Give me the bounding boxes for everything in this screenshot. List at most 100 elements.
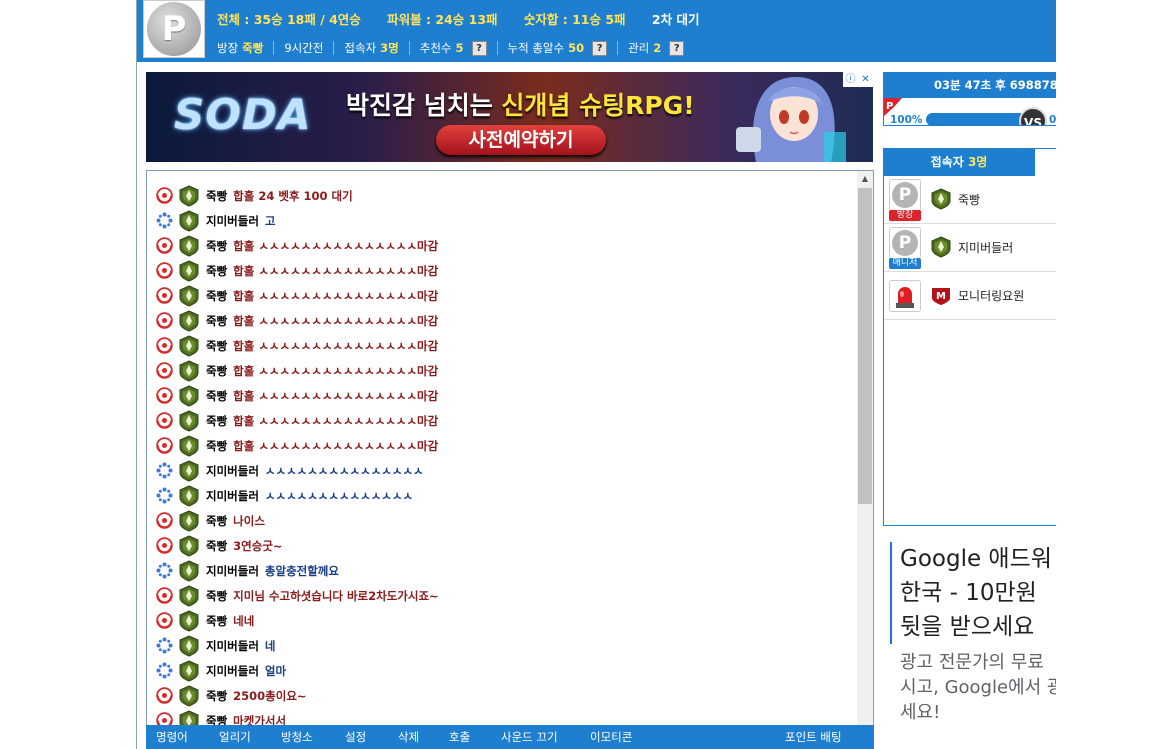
svg-text:P: P: [886, 101, 893, 112]
chat-message: 지미버들러 ㅅㅅㅅㅅㅅㅅㅅㅅㅅㅅㅅㅅㅅㅅㅅ: [156, 458, 856, 483]
command-button[interactable]: 방청소: [281, 729, 313, 745]
ad-desc-line: 광고 전문가의 무료: [900, 652, 1044, 673]
chat-scrollbar[interactable]: ▲ ▼: [857, 171, 873, 748]
manage-label: 관리: [628, 41, 650, 55]
chat-command-bar: 명령어 얼리기 방청소 설정 삭제 호출 사운드 끄기 이모티콘 포인트 배팅: [146, 725, 874, 749]
owner-label: 방장: [217, 41, 239, 55]
command-button[interactable]: 명령어: [156, 729, 188, 745]
chat-message: 죽빵 3연승굿~: [156, 533, 856, 558]
message-text: 총알충전할께요: [264, 563, 339, 578]
tab-users-label: 접속자: [930, 155, 968, 169]
google-ad[interactable]: Google 애드워 한국 - 10만원 뒷을 받으세요 광고 전문가의 무료 …: [883, 540, 1056, 749]
level-badge-icon: [178, 359, 200, 382]
message-nickname[interactable]: 죽빵: [206, 238, 227, 254]
tab-users[interactable]: 접속자 3명: [884, 149, 1034, 176]
scroll-up-arrow-icon[interactable]: ▲: [857, 171, 873, 187]
ad-choices[interactable]: ⓘ ✕: [843, 72, 873, 87]
chat-message: 지미버들러 고: [156, 208, 856, 233]
red-ring-icon: [156, 387, 173, 404]
cumulative-help-button[interactable]: ?: [592, 40, 608, 56]
message-nickname[interactable]: 죽빵: [206, 588, 227, 604]
message-nickname[interactable]: 지미버들러: [206, 488, 259, 504]
manage-help-button[interactable]: ?: [669, 40, 685, 56]
user-row[interactable]: P 매니저 지미버들러: [884, 224, 1056, 272]
red-ring-icon: [156, 287, 173, 304]
anime-character-image: [736, 77, 846, 162]
chat-message: 죽빵 합홀 ㅅㅅㅅㅅㅅㅅㅅㅅㅅㅅㅅㅅㅅㅅㅅ마감: [156, 308, 856, 333]
blue-dots-icon: [156, 487, 173, 504]
command-button[interactable]: 호출: [449, 729, 470, 745]
message-nickname[interactable]: 죽빵: [206, 338, 227, 354]
message-nickname[interactable]: 죽빵: [206, 313, 227, 329]
scroll-thumb[interactable]: [858, 188, 872, 504]
user-name[interactable]: 지미버들러: [958, 239, 1013, 256]
ad-close-icon[interactable]: ✕: [858, 72, 873, 87]
avatar: P: [889, 179, 921, 211]
ad-info-icon[interactable]: ⓘ: [843, 72, 858, 87]
stats-row: 전체 : 35승 18패 / 4연승 파워볼 : 24승 13패 숫자합 : 1…: [217, 9, 721, 28]
level-badge-icon: [178, 234, 200, 257]
chat-message: 죽빵 지미님 수고하셧습니다 바로2차도가시죠~: [156, 583, 856, 608]
command-button[interactable]: 사운드 끄기: [501, 729, 558, 745]
ad-accent-bar: [890, 542, 892, 644]
red-ring-icon: [156, 362, 173, 379]
game-timer-panel: 03분 47초 후 6988789 P 100% VS 0%: [883, 72, 1056, 126]
point-bet-button[interactable]: 포인트 배팅: [785, 729, 842, 745]
message-nickname[interactable]: 지미버들러: [206, 663, 259, 679]
owner-name[interactable]: 죽빵: [242, 40, 263, 56]
ad-title[interactable]: Google 애드워 한국 - 10만원 뒷을 받으세요: [900, 542, 1056, 644]
users-panel: 접속자 3명 P 방장 죽빵 P 매니저 지미버들러 M 모니터링요원: [883, 148, 1056, 526]
message-nickname[interactable]: 죽빵: [206, 288, 227, 304]
message-text: 합홀 ㅅㅅㅅㅅㅅㅅㅅㅅㅅㅅㅅㅅㅅㅅㅅ마감: [233, 338, 439, 353]
message-text: 합홀 ㅅㅅㅅㅅㅅㅅㅅㅅㅅㅅㅅㅅㅅㅅㅅ마감: [233, 413, 439, 428]
message-nickname[interactable]: 죽빵: [206, 538, 227, 554]
user-row[interactable]: M 모니터링요원: [884, 272, 1056, 320]
message-nickname[interactable]: 죽빵: [206, 263, 227, 279]
message-nickname[interactable]: 지미버들러: [206, 563, 259, 579]
ad-cta-button[interactable]: 사전예약하기: [436, 125, 606, 155]
message-text: 합홀 24 벳후 100 대기: [233, 188, 353, 203]
message-nickname[interactable]: 죽빵: [206, 513, 227, 529]
command-button[interactable]: 얼리기: [219, 729, 251, 745]
red-ring-icon: [156, 337, 173, 354]
chat-message: 지미버들러 얼마: [156, 658, 856, 683]
users-info: 접속자 3명: [344, 40, 398, 56]
left-percent: 100%: [890, 114, 923, 126]
message-nickname[interactable]: 죽빵: [206, 613, 227, 629]
message-nickname[interactable]: 죽빵: [206, 363, 227, 379]
level-badge-icon: [178, 409, 200, 432]
user-row[interactable]: P 방장 죽빵: [884, 176, 1056, 224]
red-ring-icon: [156, 437, 173, 454]
message-nickname[interactable]: 죽빵: [206, 688, 227, 704]
chat-messages: 죽빵 합홀 24 벳후 100 대기 지미버들러 고 죽빵 합홀 ㅅㅅㅅㅅㅅㅅㅅㅅㅅㅅㅅㅅ…: [156, 183, 856, 733]
monitor-badge-icon: M: [930, 286, 952, 306]
message-nickname[interactable]: 죽빵: [206, 388, 227, 404]
message-nickname[interactable]: 지미버들러: [206, 463, 259, 479]
command-button[interactable]: 설정: [345, 729, 366, 745]
message-nickname[interactable]: 지미버들러: [206, 213, 259, 229]
message-nickname[interactable]: 지미버들러: [206, 638, 259, 654]
divider: [273, 41, 275, 55]
user-name[interactable]: 모니터링요원: [958, 287, 1024, 304]
command-button[interactable]: 삭제: [398, 729, 419, 745]
message-nickname[interactable]: 죽빵: [206, 413, 227, 429]
vote-progress-bar: [926, 113, 1026, 125]
users-list: P 방장 죽빵 P 매니저 지미버들러 M 모니터링요원: [884, 176, 1056, 320]
level-badge-icon: [930, 188, 952, 210]
message-nickname[interactable]: 죽빵: [206, 438, 227, 454]
chat-message: 죽빵 합홀 ㅅㅅㅅㅅㅅㅅㅅㅅㅅㅅㅅㅅㅅㅅㅅ마감: [156, 433, 856, 458]
right-percent: 0%: [1049, 114, 1056, 126]
level-badge-icon: [178, 434, 200, 457]
ad-banner[interactable]: SODA 박진감 넘치는 신개념 슈팅RPG! 사전예약하기 ⓘ ✕: [146, 72, 873, 162]
message-nickname[interactable]: 죽빵: [206, 188, 227, 204]
chat-message: 죽빵 합홀 ㅅㅅㅅㅅㅅㅅㅅㅅㅅㅅㅅㅅㅅㅅㅅ마감: [156, 358, 856, 383]
recommend-help-button[interactable]: ?: [471, 40, 487, 56]
tab-secondary[interactable]: [1034, 149, 1056, 176]
chat-log[interactable]: 죽빵 합홀 24 벳후 100 대기 지미버들러 고 죽빵 합홀 ㅅㅅㅅㅅㅅㅅㅅㅅㅅㅅㅅㅅ…: [146, 170, 874, 749]
user-name[interactable]: 죽빵: [958, 191, 980, 208]
p-logo-icon: P: [147, 2, 201, 56]
red-ring-icon: [156, 612, 173, 629]
command-button[interactable]: 이모티콘: [590, 729, 632, 745]
ad-title-line: Google 애드워: [900, 546, 1052, 572]
ad-desc-line: 세요!: [900, 702, 941, 723]
